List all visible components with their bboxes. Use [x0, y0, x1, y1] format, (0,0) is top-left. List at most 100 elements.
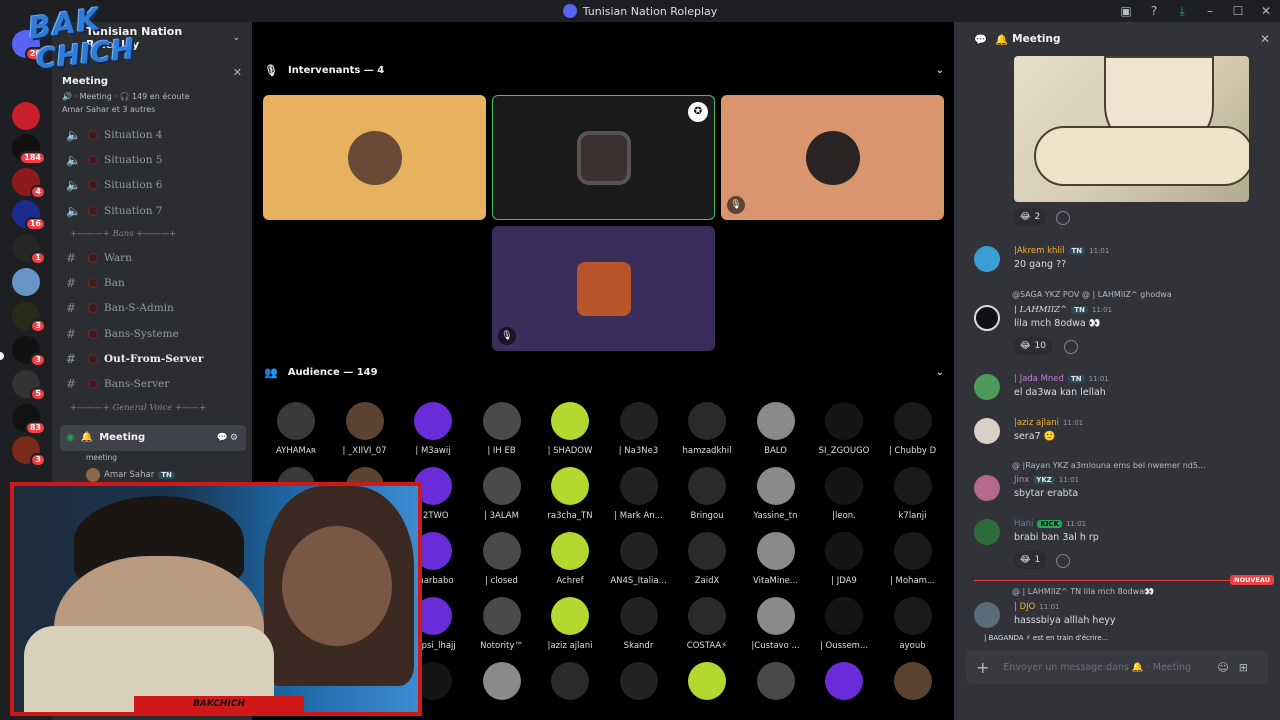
speaker-tile[interactable]: 🎙: [721, 95, 944, 220]
channel-warn[interactable]: # Warn: [52, 245, 252, 270]
minimize-button[interactable]: –: [1196, 4, 1224, 18]
audience-member[interactable]: Achref: [538, 532, 602, 594]
audience-member[interactable]: Yassine_tn: [744, 467, 808, 529]
help-icon[interactable]: ?: [1140, 4, 1168, 18]
server-icon[interactable]: 83: [12, 404, 46, 435]
channel-ban-s-admin[interactable]: # Ban-S-Admin: [52, 296, 252, 321]
audience-member[interactable]: ZaidX: [675, 532, 739, 594]
audience-member[interactable]: [881, 662, 945, 720]
audience-member[interactable]: |aziz ajlani: [538, 597, 602, 659]
audience-member[interactable]: | Moham...: [881, 532, 945, 594]
audience-member[interactable]: [538, 662, 602, 720]
category-general-voice[interactable]: +———+ General Voice +——+: [52, 397, 252, 419]
channel-ban[interactable]: # Ban: [52, 270, 252, 295]
channel-situation-5[interactable]: 🔈 Situation 5: [52, 147, 252, 172]
chat-message[interactable]: | LAHMIIZ^ TN 11:01 lila mch 8odwa 👀: [974, 305, 1274, 331]
server-icon[interactable]: 3: [12, 336, 46, 367]
audience-member[interactable]: | IH EB: [470, 402, 534, 464]
audience-header[interactable]: 👥 Audience — 149 ⌄: [264, 362, 944, 382]
audience-member[interactable]: [812, 662, 876, 720]
reaction[interactable]: 😂 10: [1014, 337, 1052, 355]
channel-out-from-server[interactable]: # Out-From-Server: [52, 346, 252, 371]
reaction[interactable]: 😂 1: [1014, 551, 1047, 569]
audience-member[interactable]: | 3ALAM: [470, 467, 534, 529]
audience-member[interactable]: hamzadkhil: [675, 402, 739, 464]
channel-actions[interactable]: 💬⚙: [217, 433, 240, 443]
server-icon-blood[interactable]: [12, 102, 40, 130]
add-attachment-icon[interactable]: +: [976, 658, 989, 677]
message-input[interactable]: Envoyer un message dans 🔔 · Meeting: [1003, 662, 1191, 673]
audience-member[interactable]: | Chubby D: [881, 402, 945, 464]
server-icon[interactable]: 16: [12, 200, 46, 231]
chevron-down-icon[interactable]: ⌄: [936, 65, 944, 76]
add-reaction-icon[interactable]: [1056, 211, 1070, 225]
audience-member[interactable]: Skandr: [607, 597, 671, 659]
emoji-picker-icon[interactable]: ☺⊞: [1217, 661, 1258, 674]
channel-situation-6[interactable]: 🔈 Situation 6: [52, 173, 252, 198]
chat-message[interactable]: | DJO 11:01 hasssbiya alllah heyy: [974, 602, 1274, 628]
audience-member[interactable]: [470, 662, 534, 720]
channel-bans-systeme[interactable]: # Bans-Systeme: [52, 321, 252, 346]
voice-user[interactable]: Amar Sahar TN: [52, 467, 252, 482]
audience-member[interactable]: Notority™: [470, 597, 534, 659]
chat-message[interactable]: Hani KICK 11:01 brabi ban 3al h rp: [974, 519, 1274, 545]
speaker-tile[interactable]: [263, 95, 486, 220]
reaction[interactable]: 😂 2: [1014, 208, 1047, 226]
audience-member[interactable]: BALO: [744, 402, 808, 464]
audience-member[interactable]: ayoub: [881, 597, 945, 659]
server-icon[interactable]: 5: [12, 370, 46, 401]
server-icon[interactable]: 184: [12, 134, 46, 165]
chat-message[interactable]: | Jada Mned TN 11:01 el da3wa kan lellah: [974, 374, 1274, 400]
audience-member[interactable]: | M3awij: [401, 402, 465, 464]
server-icon[interactable]: 3: [12, 302, 46, 333]
inbox-icon[interactable]: ▣: [1112, 4, 1140, 18]
close-icon[interactable]: ✕: [233, 66, 242, 79]
reply-preview[interactable]: @ |Rayan YKZ a3mlouna ems bel nwemer nd5…: [1012, 461, 1206, 470]
reply-preview[interactable]: @SAGA YKZ POV @ | LAHMIIZ^ ghodwa: [1012, 290, 1172, 299]
channel-situation-4[interactable]: 🔈 Situation 4: [52, 122, 252, 147]
channel-bans-server[interactable]: # Bans-Server: [52, 372, 252, 397]
audience-member[interactable]: | closed: [470, 532, 534, 594]
maximize-button[interactable]: ☐: [1224, 4, 1252, 18]
audience-member[interactable]: ra3cha_TN: [538, 467, 602, 529]
audience-member[interactable]: VitaMine...: [744, 532, 808, 594]
chat-message[interactable]: |Akrem khlil TN 11:01 20 gang ??: [974, 246, 1274, 272]
chat-message[interactable]: |aziz ajlani 11:01 sera7 🙂: [974, 418, 1274, 444]
audience-member[interactable]: |Custavo ...: [744, 597, 808, 659]
audience-member[interactable]: | SHADOW: [538, 402, 602, 464]
audience-member[interactable]: k7lanji: [881, 467, 945, 529]
add-reaction-icon[interactable]: [1056, 554, 1070, 568]
chat-message[interactable]: Jinx YKZ 11:01 sbytar erabta: [974, 475, 1274, 501]
audience-member[interactable]: AYHAMᴀʀ: [264, 402, 328, 464]
server-icon[interactable]: [12, 268, 40, 296]
audience-member[interactable]: | _XIIVI_07: [333, 402, 397, 464]
server-icon[interactable]: 1: [12, 234, 46, 265]
server-icon[interactable]: 4: [12, 168, 46, 199]
audience-member[interactable]: |leon.: [812, 467, 876, 529]
audience-member[interactable]: SI_ZGOUGO: [812, 402, 876, 464]
audience-member[interactable]: COSTAA⚡: [675, 597, 739, 659]
add-reaction-icon[interactable]: [1064, 340, 1078, 354]
chevron-down-icon[interactable]: ⌄: [936, 367, 944, 378]
audience-member[interactable]: [607, 662, 671, 720]
audience-member[interactable]: Bringou: [675, 467, 739, 529]
channel-situation-7[interactable]: 🔈 Situation 7: [52, 198, 252, 223]
audience-member[interactable]: AN4S_Italia...: [607, 532, 671, 594]
message-composer[interactable]: + Envoyer un message dans 🔔 · Meeting ☺⊞: [966, 650, 1268, 684]
embedded-image[interactable]: [1014, 56, 1249, 202]
audience-member[interactable]: | Mark An...: [607, 467, 671, 529]
speaker-tile[interactable]: ✪: [492, 95, 715, 220]
server-icon[interactable]: 3: [12, 436, 46, 467]
reply-preview[interactable]: @ | LAHMIIZ^ TN lila mch 8odwa👀: [1012, 587, 1154, 596]
category-bans[interactable]: +———+ Bans +———+: [52, 223, 252, 245]
audience-member[interactable]: | JDA9: [812, 532, 876, 594]
audience-member[interactable]: | Oussem...: [812, 597, 876, 659]
audience-member[interactable]: [744, 662, 808, 720]
audience-member[interactable]: | Na3Ne3: [607, 402, 671, 464]
channel-meeting[interactable]: ◉ 🔔 Meeting 💬⚙: [60, 424, 246, 451]
close-icon[interactable]: ✕: [1260, 32, 1270, 46]
download-icon[interactable]: ⤓: [1168, 4, 1196, 19]
speaker-tile[interactable]: 🎙: [492, 226, 715, 351]
speakers-header[interactable]: 🎙 Intervenants — 4 ⌄: [264, 60, 944, 80]
audience-member[interactable]: [675, 662, 739, 720]
